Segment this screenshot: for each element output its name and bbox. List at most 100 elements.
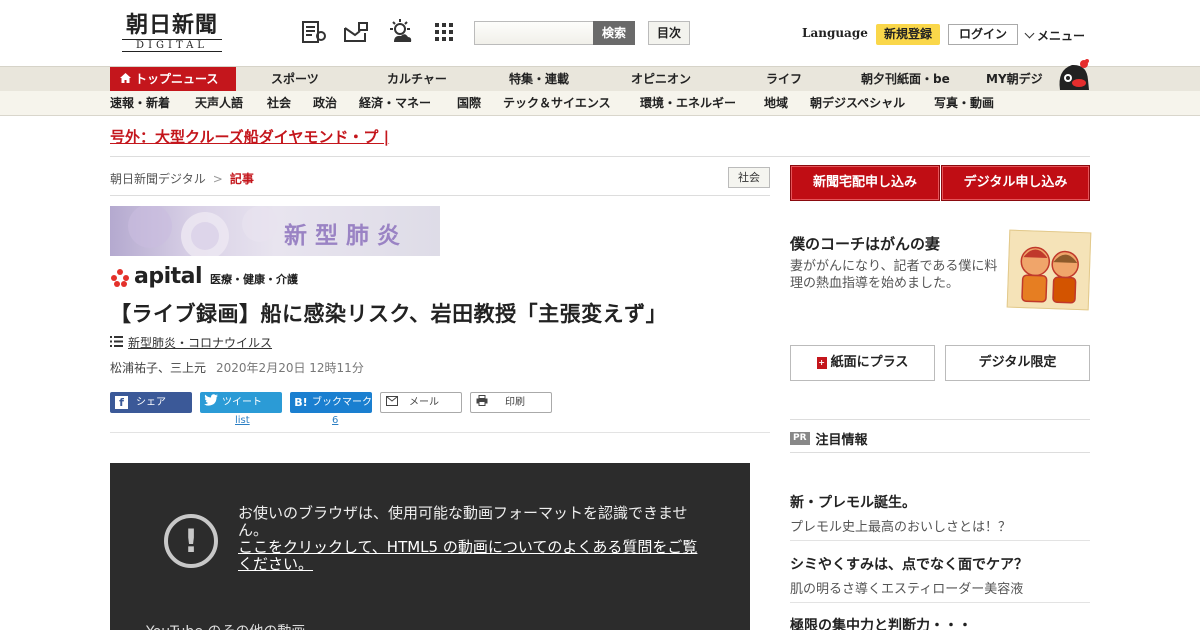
twitter-icon [200,392,222,413]
divider [790,602,1090,603]
twitter-count[interactable]: list [235,415,250,426]
apital-subtitle: 医療・健康・介護 [210,273,299,286]
subscribe-digital-button[interactable]: デジタル申し込み [941,165,1090,201]
facebook-share-button[interactable]: f シェア [110,392,192,413]
hatena-bookmark-button[interactable]: B! ブックマーク [290,392,372,413]
nav-breaking[interactable]: 速報・新着 [110,91,170,116]
nav-tensei-jingo[interactable]: 天声人語 [195,91,243,116]
apital-wordmark: apital [134,264,203,289]
paper-plus-icon: + [816,357,827,369]
divider [790,540,1090,541]
nav-my-asahi[interactable]: MY朝デジ [986,67,1043,91]
primary-nav: トップニュース スポーツ カルチャー 特集・連載 オピニオン ライフ 朝夕刊紙面… [0,66,1200,91]
login-button[interactable]: ログイン [948,24,1018,45]
twitter-share-button[interactable]: ツイート [200,392,282,413]
apital-dots-icon [111,269,129,287]
divider [110,195,770,196]
nav-special[interactable]: 朝デジスペシャル [810,91,905,116]
chevron-down-icon [1024,28,1035,39]
byline: 松浦祐子、三上元 2020年2月20日 12時11分 [110,359,364,376]
index-button[interactable]: 目次 [648,21,690,45]
video-help-link[interactable]: ここをクリックして、HTML5 の動画についてのよくある質問をご覧ください。 [238,539,708,573]
article-headline: 【ライブ録画】船に感染リスク、岩田教授「主張変えず」 [110,302,668,326]
printer-icon [471,392,493,413]
nav-environment[interactable]: 環境・エネルギー [640,91,736,116]
nav-culture[interactable]: カルチャー [387,67,447,91]
breadcrumb-separator: > [212,172,223,186]
mail-share-button[interactable]: メール [380,392,462,413]
nav-top-news[interactable]: トップニュース [110,67,236,91]
language-link[interactable]: Language [802,26,868,40]
alert-icon: ! [164,514,218,568]
menu-label: メニュー [1037,29,1086,43]
print-label: 印刷 [505,397,525,408]
divider [790,452,1090,453]
nav-regional[interactable]: 地域 [764,91,788,116]
facebook-share-label: シェア [136,397,166,408]
site-header: 朝日新聞 DIGITAL 検索 目次 Language 新規登録 ログイン メニ… [0,0,1200,66]
nav-newspaper[interactable]: 朝夕刊紙面・be [861,67,950,91]
apital-logo[interactable]: apital 医療・健康・介護 [110,264,298,288]
breadcrumb-current: 記事 [229,172,254,186]
nav-international[interactable]: 国際 [457,91,481,116]
hatena-count[interactable]: 6 [332,415,338,426]
breaking-news-link[interactable]: 号外：大型クルーズ船ダイヤモンド・プ | [110,126,389,147]
print-button[interactable]: 印刷 [470,392,552,413]
secondary-nav: 速報・新着 天声人語 社会 政治 経済・マネー 国際 テック＆サイエンス 環境・… [0,91,1200,116]
video-error-text: お使いのブラウザは、使用可能な動画フォーマットを認識できません。 [238,504,688,539]
search-button[interactable]: 検索 [593,21,635,45]
breadcrumb-home[interactable]: 朝日新聞デジタル [110,172,206,186]
banner-text: 新型肺炎 [284,223,408,249]
mascot-icon[interactable] [1054,56,1092,94]
nav-opinion[interactable]: オピニオン [631,67,691,91]
menu-button[interactable]: メニュー [1024,27,1086,44]
divider [110,432,770,433]
newspaper-icon[interactable] [300,17,328,47]
weather-icon[interactable] [386,17,414,47]
topic-label: 新型肺炎・コロナウイルス [128,336,273,350]
digital-only-button[interactable]: デジタル限定 [945,345,1090,381]
logo-japanese: 朝日新聞 [125,12,218,38]
ad-title: 新・プレモル誕生。 [790,495,916,511]
nav-economy[interactable]: 経済・マネー [359,91,431,116]
ad-title: 極限の集中力と判断力・・・ [790,618,972,630]
nav-features[interactable]: 特集・連載 [509,67,569,91]
ad-item[interactable]: 極限の集中力と判断力・・・ [790,615,1090,630]
ad-item[interactable]: シミやくすみは、点でなく面でケア？ 肌の明るさ導くエスティローダー美容液 [790,554,1090,597]
topic-banner[interactable]: 新型肺炎 [110,206,440,256]
mail-icon[interactable] [342,17,370,47]
video-player[interactable]: ! お使いのブラウザは、使用可能な動画フォーマットを認識できません。 ここをクリ… [110,463,750,630]
nav-life[interactable]: ライフ [766,67,802,91]
nav-top-news-label: トップニュース [135,72,219,86]
site-logo[interactable]: 朝日新聞 DIGITAL [116,12,228,54]
envelope-icon [381,392,403,413]
register-button[interactable]: 新規登録 [876,24,940,45]
video-error-message: お使いのブラウザは、使用可能な動画フォーマットを認識できません。 ここをクリック… [238,505,708,573]
breadcrumb: 朝日新聞デジタル > 記事 [110,170,254,187]
youtube-more-videos[interactable]: YouTube のその他の動画 [146,621,305,630]
nav-politics[interactable]: 政治 [313,91,337,116]
paper-plus-label: 紙面にプラス [830,355,909,370]
promo-illustration[interactable] [1006,229,1092,311]
pr-badge: PR [790,432,810,445]
grid-menu-icon[interactable] [430,17,458,47]
nav-society[interactable]: 社会 [267,91,291,116]
nav-photo-video[interactable]: 写真・動画 [934,91,994,116]
home-icon [120,67,131,91]
nav-sports[interactable]: スポーツ [271,67,319,91]
ad-title: シミやくすみは、点でなく面でケア？ [790,557,1028,573]
ad-item[interactable]: 新・プレモル誕生。 プレモル史上最高のおいしさとは！？ [790,492,1090,535]
logo-digital: DIGITAL [122,39,222,52]
topic-link[interactable]: 新型肺炎・コロナウイルス [110,334,272,351]
divider [790,419,1090,420]
search-input[interactable] [474,21,594,45]
promo-description: 妻ががんになり、記者である僕に料理の熱血指導を始めました。 [790,259,998,291]
subscribe-paper-button[interactable]: 新聞宅配申し込み [790,165,940,201]
paper-plus-button[interactable]: + 紙面にプラス [790,345,935,381]
publish-date: 2020年2月20日 12時11分 [216,361,364,375]
pr-header: PR 注目情報 [790,429,868,448]
ad-description: プレモル史上最高のおいしさとは！？ [790,520,1012,535]
section-tag[interactable]: 社会 [728,167,770,188]
promo-title[interactable]: 僕のコーチはがんの妻 [790,233,940,254]
nav-tech-science[interactable]: テック＆サイエンス [503,91,611,116]
